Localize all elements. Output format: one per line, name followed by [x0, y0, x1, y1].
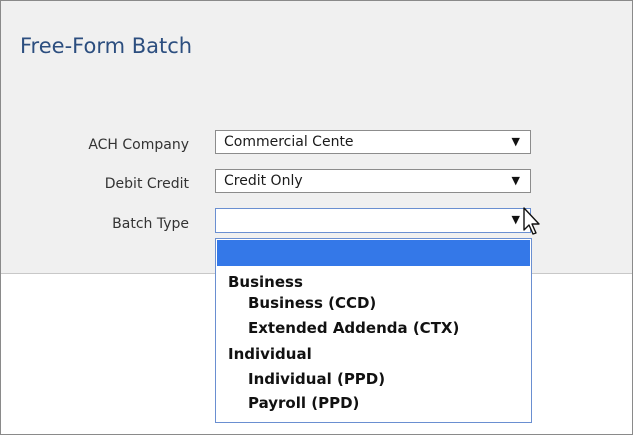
dropdown-arrow-icon: ▼	[511, 213, 520, 226]
ach-company-select[interactable]: Commercial Cente ▼	[215, 130, 531, 154]
debit-credit-select[interactable]: Credit Only ▼	[215, 169, 531, 193]
batch-type-label: Batch Type	[112, 216, 189, 232]
debit-credit-value: Credit Only	[224, 173, 303, 189]
option-individual-ppd[interactable]: Individual (PPD)	[248, 370, 385, 388]
dropdown-arrow-icon: ▼	[511, 174, 520, 187]
ach-company-value: Commercial Cente	[224, 134, 354, 150]
debit-credit-label: Debit Credit	[104, 176, 189, 192]
empty-option-highlighted[interactable]	[217, 240, 530, 266]
batch-type-select[interactable]: ▼	[215, 208, 531, 233]
dropdown-arrow-icon: ▼	[511, 135, 520, 148]
mouse-pointer-icon	[523, 207, 540, 235]
page-title: Free-Form Batch	[20, 34, 193, 58]
ach-company-label: ACH Company	[88, 137, 189, 153]
option-group-individual: Individual	[228, 345, 312, 363]
option-business-ccd[interactable]: Business (CCD)	[248, 294, 376, 312]
window: Free-Form Batch ACH Company Commercial C…	[0, 0, 633, 435]
batch-type-dropdown: Business Business (CCD) Extended Addenda…	[215, 238, 532, 423]
option-extended-addenda-ctx[interactable]: Extended Addenda (CTX)	[248, 319, 459, 337]
option-group-business: Business	[228, 273, 303, 291]
option-payroll-ppd[interactable]: Payroll (PPD)	[248, 394, 359, 412]
